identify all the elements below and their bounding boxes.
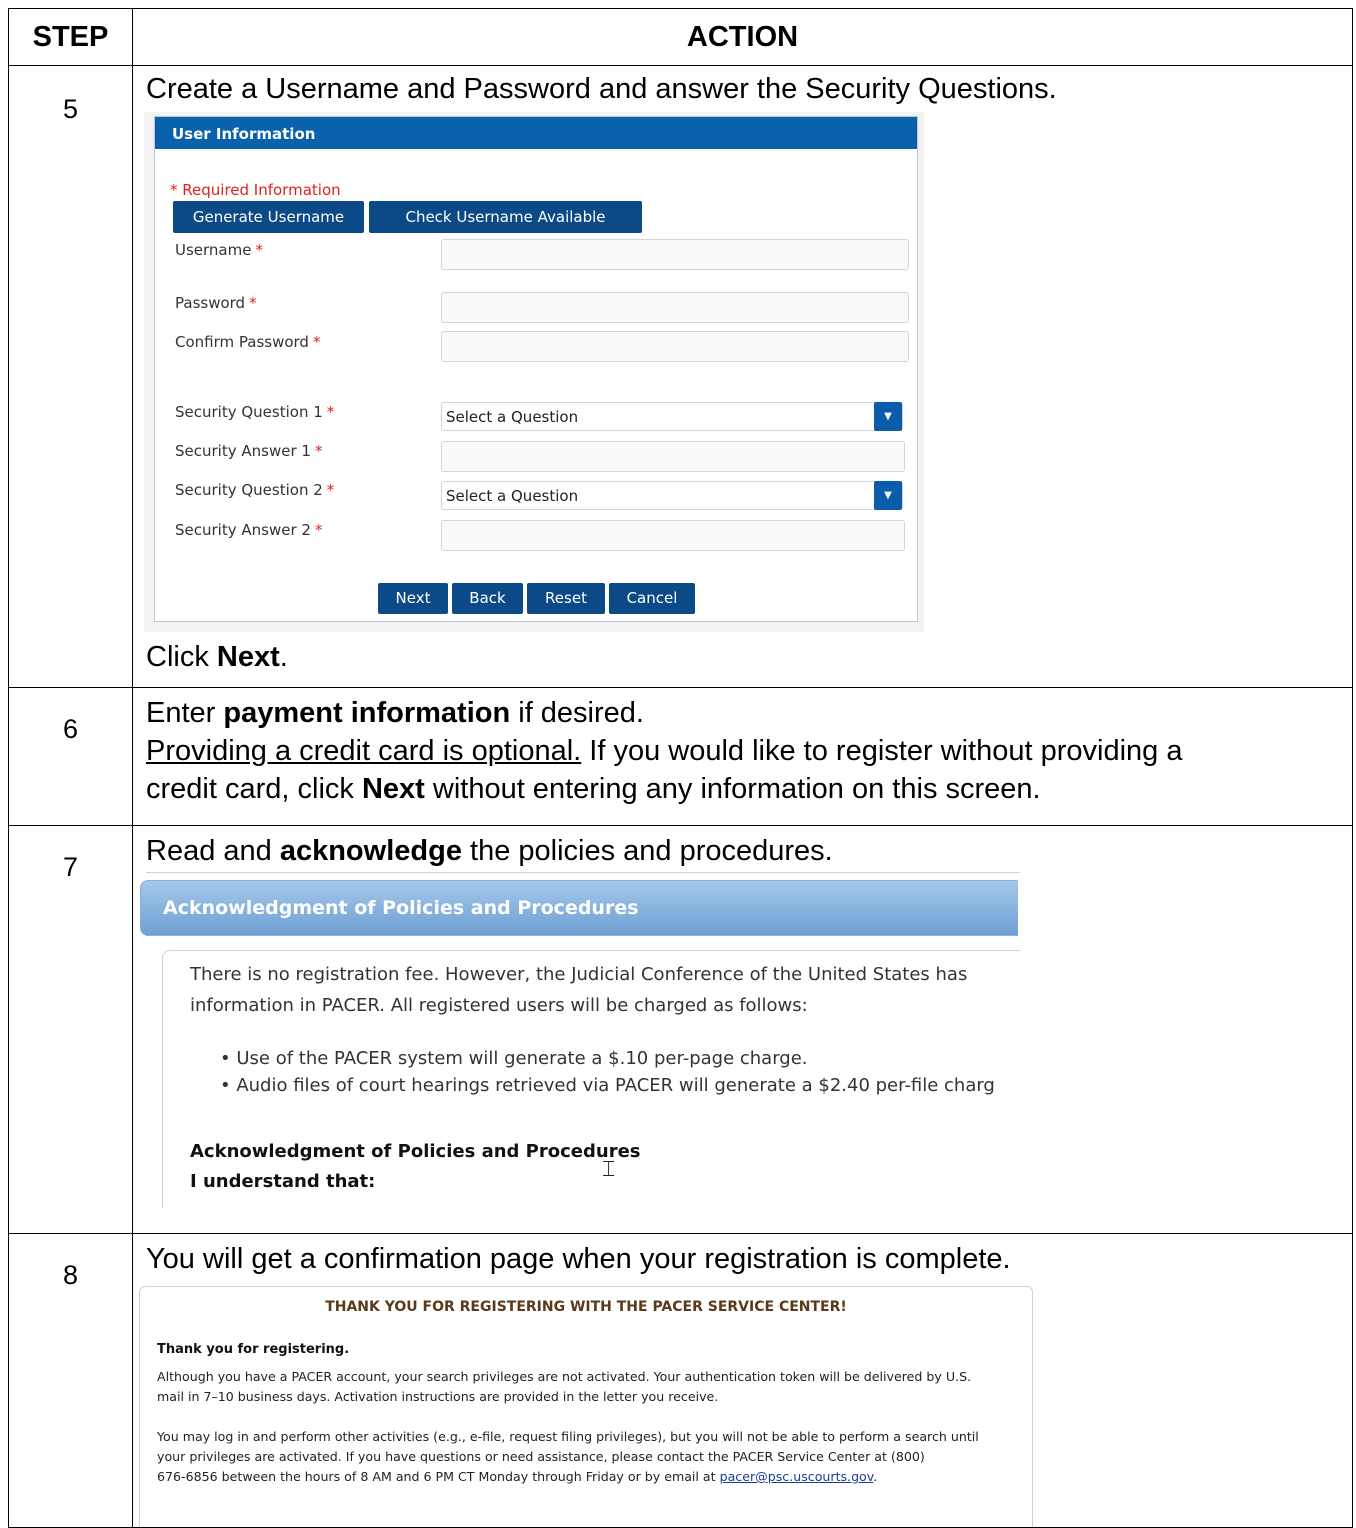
instructions-table: STEP ACTION 5 Create a Username and Pass…: [8, 8, 1353, 1528]
security-answer-1-input[interactable]: [441, 441, 905, 472]
step-action: Enter payment information if desired. Pr…: [132, 687, 1353, 826]
acknowledgment-header: Acknowledgment of Policies and Procedure…: [140, 880, 1018, 936]
step-row-8: 8 You will get a confirmation page when …: [8, 1233, 1353, 1528]
security-question-1-select[interactable]: Select a Question ▼: [441, 402, 903, 431]
step-row-7: 7 Read and acknowledge the policies and …: [8, 825, 1353, 1234]
cancel-button[interactable]: Cancel: [609, 583, 695, 614]
header-row: STEP ACTION: [8, 8, 1353, 66]
confirmation-p2-line-2: your privileges are activated. If you ha…: [157, 1449, 925, 1464]
step7-instruction: Read and acknowledge the policies and pr…: [146, 835, 833, 867]
step-number: 8: [8, 1233, 133, 1528]
step-number: 6: [8, 687, 133, 826]
step-row-6: 6 Enter payment information if desired. …: [8, 687, 1353, 826]
panel-title: User Information: [155, 117, 917, 149]
step-action: Read and acknowledge the policies and pr…: [132, 825, 1353, 1234]
chevron-down-icon[interactable]: ▼: [874, 402, 902, 431]
fee-bullet-1: • Use of the PACER system will generate …: [220, 1048, 808, 1069]
acknowledgment-heading: Acknowledgment of Policies and Procedure…: [190, 1141, 641, 1162]
action-column-header: ACTION: [132, 8, 1353, 66]
back-button[interactable]: Back: [452, 583, 523, 614]
acknowledgment-screenshot: Acknowledgment of Policies and Procedure…: [140, 872, 1020, 1208]
generate-username-button[interactable]: Generate Username: [173, 201, 364, 233]
security-question-2-label: Security Question 2 *: [175, 481, 335, 499]
step6-line-2: Providing a credit card is optional. If …: [146, 735, 1183, 767]
step5-instruction: Create a Username and Password and answe…: [146, 73, 1057, 105]
confirm-password-label: Confirm Password *: [175, 333, 321, 351]
security-question-1-label: Security Question 1 *: [175, 403, 335, 421]
confirm-password-input[interactable]: [441, 331, 909, 362]
step6-line-3: credit card, click Next without entering…: [146, 773, 1041, 805]
understand-heading: I understand that:: [190, 1171, 376, 1192]
confirmation-screenshot: THANK YOU FOR REGISTERING WITH THE PACER…: [139, 1286, 1033, 1527]
confirmation-p2-line-1: You may log in and perform other activit…: [157, 1429, 979, 1444]
security-question-2-select[interactable]: Select a Question ▼: [441, 481, 903, 510]
step-action: Create a Username and Password and answe…: [132, 65, 1353, 688]
security-answer-2-input[interactable]: [441, 520, 905, 551]
chevron-down-icon[interactable]: ▼: [874, 481, 902, 510]
step-row-5: 5 Create a Username and Password and ans…: [8, 65, 1353, 688]
fee-paragraph-line-2: information in PACER. All registered use…: [190, 995, 808, 1016]
step6-line-1: Enter payment information if desired.: [146, 697, 644, 729]
confirmation-title: THANK YOU FOR REGISTERING WITH THE PACER…: [325, 1299, 847, 1315]
step8-instruction: You will get a confirmation page when yo…: [146, 1243, 1011, 1275]
step-action: You will get a confirmation page when yo…: [132, 1233, 1353, 1528]
thank-you-text: Thank you for registering.: [157, 1342, 350, 1357]
next-button[interactable]: Next: [378, 583, 448, 614]
check-username-button[interactable]: Check Username Available: [369, 201, 642, 233]
required-note: * Required Information: [170, 181, 341, 199]
support-email-link[interactable]: pacer@psc.uscourts.gov: [720, 1469, 874, 1484]
confirmation-p2-line-3: 676-6856 between the hours of 8 AM and 6…: [157, 1469, 878, 1484]
username-input[interactable]: [441, 239, 909, 270]
reset-button[interactable]: Reset: [527, 583, 605, 614]
fee-paragraph-line-1: There is no registration fee. However, t…: [190, 964, 968, 985]
text-cursor-icon: ⌶: [602, 1156, 616, 1181]
step5-click-next: Click Next.: [146, 641, 288, 673]
username-label: Username *: [175, 241, 263, 259]
security-answer-2-label: Security Answer 2 *: [175, 521, 323, 539]
step-column-header: STEP: [8, 8, 133, 66]
password-input[interactable]: [441, 292, 909, 323]
step-number: 5: [8, 65, 133, 688]
step-number: 7: [8, 825, 133, 1234]
fee-bullet-2: • Audio files of court hearings retrieve…: [220, 1075, 995, 1096]
confirmation-p1-line-1: Although you have a PACER account, your …: [157, 1369, 972, 1384]
password-label: Password *: [175, 294, 257, 312]
confirmation-p1-line-2: mail in 7–10 business days. Activation i…: [157, 1389, 719, 1404]
divider: [146, 872, 1020, 873]
security-answer-1-label: Security Answer 1 *: [175, 442, 323, 460]
user-information-screenshot: User Information * Required Information …: [144, 112, 924, 632]
user-information-panel: User Information * Required Information …: [154, 116, 918, 622]
